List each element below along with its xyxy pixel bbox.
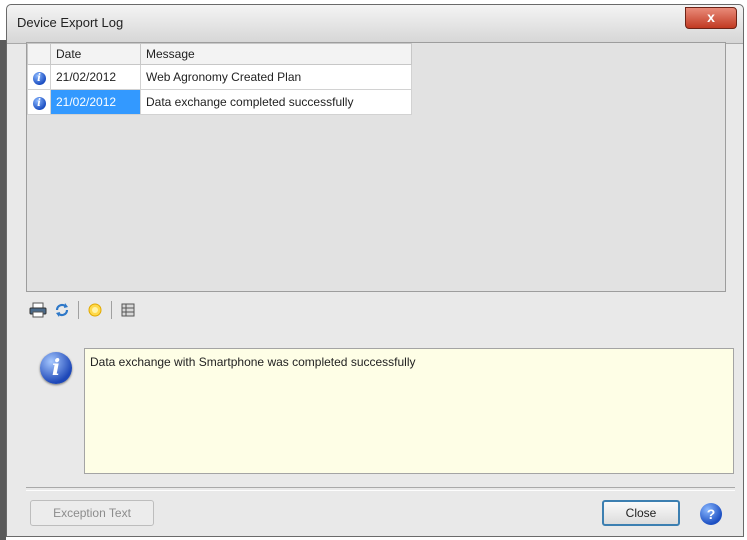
window-title: Device Export Log	[17, 15, 124, 30]
toolbar-separator	[78, 301, 79, 319]
row-message-cell[interactable]: Data exchange completed successfully	[140, 89, 412, 115]
info-icon: i	[32, 96, 46, 110]
close-button[interactable]: Close	[602, 500, 680, 526]
print-button[interactable]	[28, 300, 48, 320]
row-date-cell[interactable]: 21/02/2012	[50, 64, 141, 90]
printer-icon	[29, 302, 47, 318]
row-message-cell[interactable]: Web Agronomy Created Plan	[140, 64, 412, 90]
row-icon-cell: i	[27, 64, 51, 90]
table-header-row: Date Message	[27, 43, 412, 65]
footer-divider	[26, 487, 735, 491]
column-header-date[interactable]: Date	[50, 43, 141, 65]
sun-icon	[88, 303, 102, 317]
message-detail-text[interactable]: Data exchange with Smartphone was comple…	[84, 348, 734, 474]
row-icon-cell: i	[27, 89, 51, 115]
table-row[interactable]: i 21/02/2012 Data exchange completed suc…	[27, 89, 412, 115]
table-row[interactable]: i 21/02/2012 Web Agronomy Created Plan	[27, 64, 412, 90]
grid-view-button[interactable]	[118, 300, 138, 320]
refresh-button[interactable]	[52, 300, 72, 320]
grid-icon	[121, 303, 135, 317]
window-close-button[interactable]: x	[685, 7, 737, 29]
info-large-icon: i	[40, 352, 72, 384]
exception-text-button[interactable]: Exception Text	[30, 500, 154, 526]
column-header-icon[interactable]	[27, 43, 51, 65]
column-header-message[interactable]: Message	[140, 43, 412, 65]
log-table: Date Message i 21/02/2012 Web Agronomy C…	[27, 43, 412, 115]
refresh-icon	[55, 303, 69, 317]
log-toolbar	[28, 298, 138, 322]
info-icon: i	[32, 71, 46, 85]
log-grid: Date Message i 21/02/2012 Web Agronomy C…	[26, 42, 726, 292]
toolbar-separator	[111, 301, 112, 319]
row-date-cell-selected[interactable]: 21/02/2012	[50, 89, 141, 115]
highlight-button[interactable]	[85, 300, 105, 320]
title-bar[interactable]: Device Export Log x	[7, 5, 743, 44]
help-icon[interactable]: ?	[700, 503, 722, 525]
